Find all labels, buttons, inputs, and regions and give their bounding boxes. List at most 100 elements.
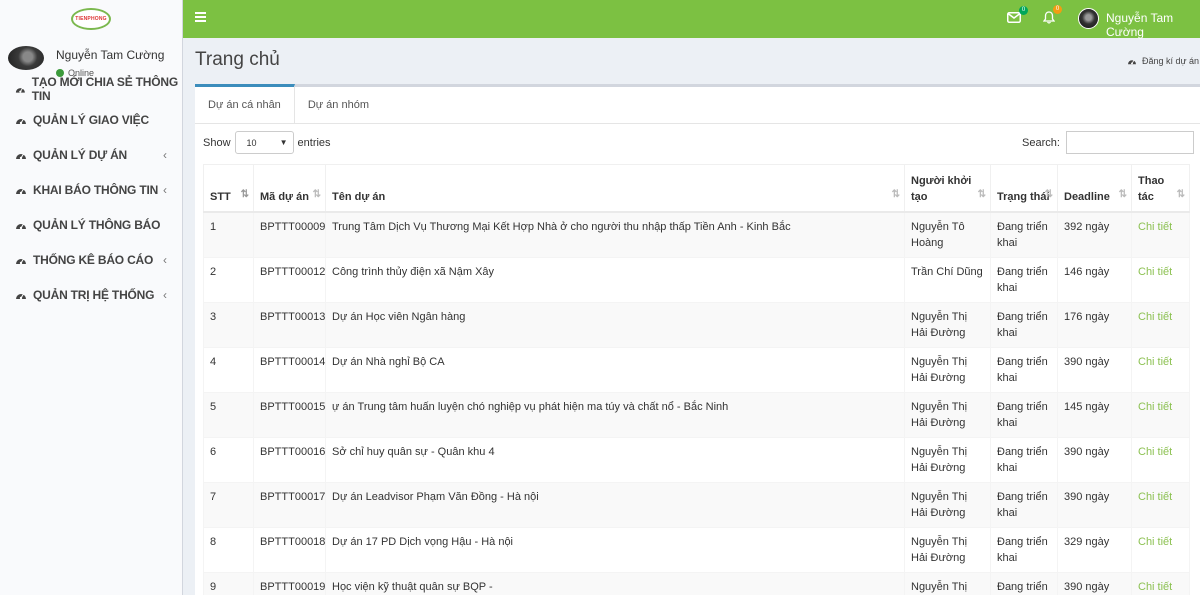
detail-link[interactable]: Chi tiết [1131,211,1190,258]
sort-asc-icon: ⇅ [240,188,249,200]
search-input[interactable] [1065,131,1194,154]
table-row[interactable]: 8 BPTTT00018 Dự án 17 PD Dịch vọng Hậu - H… [203,526,1190,573]
detail-link[interactable]: Chi tiết [1131,526,1190,573]
search-control: Search: [1022,131,1194,154]
dashboard-icon [16,223,26,229]
sidebar-item-3[interactable]: QUẢN LÝ DỰ ÁN ‹ [0,137,182,172]
cell-stt: 2 [203,256,254,303]
search-label: Search: [1022,136,1060,149]
cell-stt: 1 [203,211,254,258]
cell-ten-du-an: Công trình thủy điện xã Nậm Xây [325,256,905,303]
cell-trang-thai: Đang triển khai [990,481,1058,528]
detail-link[interactable]: Chi tiết [1131,256,1190,303]
sidebar-item-2[interactable]: QUẢN LÝ GIAO VIỆC [0,102,182,137]
mail-badge: 0 [1019,6,1028,15]
cell-nguoi-khoi-tao: Nguyễn Thị Hải Đường [904,346,991,393]
project-box: Dự án cá nhân Dự án nhóm Show 10 ▼ entri… [195,84,1200,595]
mail-button[interactable]: 0 [1007,6,1028,23]
col-nguoi-khoi-tao-label: Người khởi tạo [911,174,972,203]
sidebar-item-4[interactable]: KHAI BÁO THÔNG TIN ‹ [0,172,182,207]
user-name: Nguyễn Tam Cường [56,48,165,62]
cell-stt: 5 [203,391,254,438]
col-nguoi-khoi-tao[interactable]: Người khởi tạo ⇅ [904,164,991,213]
entries-select[interactable]: 10 ▼ [234,131,294,154]
entries-control: Show 10 ▼ entries [203,131,331,154]
detail-link[interactable]: Chi tiết [1131,436,1190,483]
cell-ma-du-an: BPTTT00019 [253,571,326,595]
table-row[interactable]: 9 BPTTT00019 Học viện kỹ thuật quân sự BQP… [203,571,1190,595]
sidebar-menu: TẠO MỚI CHIA SẺ THÔNG TIN QUẢN LÝ GIAO VI… [0,75,182,312]
avatar [8,46,44,70]
col-ten-du-an[interactable]: Tên dự án ⇅ [325,164,905,213]
detail-link[interactable]: Chi tiết [1131,391,1190,438]
register-project-link[interactable]: Đăng kí dự án [1127,56,1199,66]
company-logo[interactable]: TIENPHONG [71,8,111,30]
cell-stt: 7 [203,481,254,528]
chevron-left-icon: ‹ [163,182,167,197]
chevron-left-icon: ‹ [163,147,167,162]
cell-stt: 3 [203,301,254,348]
tab-personal-projects[interactable]: Dự án cá nhân [195,84,295,123]
cell-deadline: 390 ngày [1057,436,1132,483]
entries-label: entries [297,136,331,149]
cell-nguoi-khoi-tao: Nguyễn Thị Hải Đường [904,436,991,483]
cell-trang-thai: Đang triển khai [990,526,1058,573]
sidebar-item-7[interactable]: QUẢN TRỊ HỆ THỐNG ‹ [0,277,182,312]
col-trang-thai[interactable]: Trạng thái ⇅ [990,164,1058,213]
sidebar-item-6[interactable]: THỐNG KÊ BÁO CÁO ‹ [0,242,182,277]
col-stt[interactable]: STT ⇅ [203,164,254,213]
col-deadline[interactable]: Deadline ⇅ [1057,164,1132,213]
cell-nguoi-khoi-tao: Nguyễn Thị Hải Đường [904,481,991,528]
table-header-row: STT ⇅ Mã dự án ⇅ Tên dự án ⇅ Người khởi tạo… [203,164,1190,213]
cell-nguoi-khoi-tao: Trần Chí Dũng [904,256,991,303]
table-body: 1 BPTTT00009 Trung Tâm Dịch Vụ Thương Mại … [203,211,1190,595]
col-deadline-label: Deadline [1064,190,1110,203]
cell-deadline: 390 ngày [1057,481,1132,528]
sidebar-item-1[interactable]: TẠO MỚI CHIA SẺ THÔNG TIN [0,75,182,103]
entries-value: 10 [246,138,257,148]
cell-trang-thai: Đang triển khai [990,391,1058,438]
cell-nguoi-khoi-tao: Nguyễn Thị Hải Đường [904,301,991,348]
cell-ma-du-an: BPTTT00009 [253,211,326,258]
header-avatar[interactable] [1078,8,1099,29]
cell-deadline: 146 ngày [1057,256,1132,303]
sidebar-item-label: QUẢN LÝ DỰ ÁN [33,147,128,162]
detail-link[interactable]: Chi tiết [1131,301,1190,348]
bell-icon [1042,11,1056,24]
cell-ma-du-an: BPTTT00018 [253,526,326,573]
table-row[interactable]: 7 BPTTT00017 Dự án Leadvisor Phạm Văn Đồng… [203,481,1190,528]
detail-link[interactable]: Chi tiết [1131,481,1190,528]
sidebar-item-label: THỐNG KÊ BÁO CÁO [33,252,154,267]
table-row[interactable]: 6 BPTTT00016 Sở chỉ huy quân sự - Quân khu… [203,436,1190,483]
col-trang-thai-label: Trạng thái [997,190,1050,203]
sidebar-item-label: QUẢN TRỊ HỆ THỐNG [33,287,155,302]
dashboard-icon [16,118,26,124]
envelope-icon [1007,12,1021,23]
cell-deadline: 329 ngày [1057,526,1132,573]
table-row[interactable]: 2 BPTTT00012 Công trình thủy điện xã Nậm X… [203,256,1190,303]
table-row[interactable]: 1 BPTTT00009 Trung Tâm Dịch Vụ Thương Mại … [203,211,1190,258]
table-row[interactable]: 3 BPTTT00013 Dự án Học viên Ngân hàng Nguyễ… [203,301,1190,348]
sidebar-item-label: QUẢN LÝ GIAO VIỆC [33,112,149,127]
header-user-name[interactable]: Nguyễn Tam Cường [1106,11,1200,39]
tab-group-projects[interactable]: Dự án nhóm [295,87,382,123]
cell-deadline: 390 ngày [1057,571,1132,595]
notification-button[interactable]: 0 [1042,5,1062,24]
col-ma-du-an[interactable]: Mã dự án ⇅ [253,164,326,213]
page-title: Trang chủ [195,49,280,70]
cell-ten-du-an: Sở chỉ huy quân sự - Quân khu 4 [325,436,905,483]
detail-link[interactable]: Chi tiết [1131,346,1190,393]
cell-stt: 9 [203,571,254,595]
hamburger-icon[interactable] [195,12,206,23]
col-thao-tac[interactable]: Thao tác ⇅ [1131,164,1190,213]
table-row[interactable]: 4 BPTTT00014 Dự án Nhà nghỉ Bộ CA Nguyễn Th… [203,346,1190,393]
detail-link[interactable]: Chi tiết [1131,571,1190,595]
table-row[interactable]: 5 BPTTT00015 ự án Trung tâm huấn luyện chó… [203,391,1190,438]
col-thao-tac-label: Thao tác [1138,174,1165,203]
cell-ma-du-an: BPTTT00012 [253,256,326,303]
sidebar-item-5[interactable]: QUẢN LÝ THÔNG BÁO [0,207,182,242]
cell-trang-thai: Đang triển khai [990,256,1058,303]
sidebar: TIENPHONG Nguyễn Tam Cường Online TẠO MỚ… [0,0,183,595]
projects-table: STT ⇅ Mã dự án ⇅ Tên dự án ⇅ Người khởi tạo… [203,164,1190,595]
cell-nguoi-khoi-tao: Nguyễn Thị Hải [904,571,991,595]
